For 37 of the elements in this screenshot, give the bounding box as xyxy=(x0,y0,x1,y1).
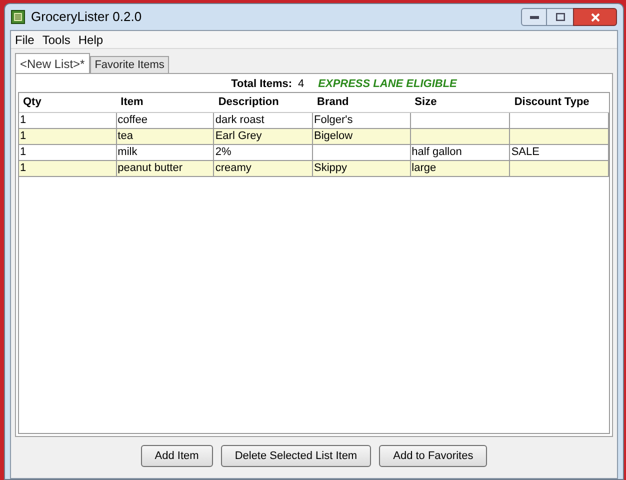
menu-item[interactable]: File xyxy=(15,30,34,48)
table-cell: 1 xyxy=(19,129,117,144)
window-title: GroceryLister 0.2.0 xyxy=(31,8,142,26)
minimize-icon xyxy=(530,16,538,18)
table-cell: 2% xyxy=(214,145,313,160)
table-cell: Skippy xyxy=(313,161,411,176)
table-cell: Bigelow xyxy=(313,129,411,144)
minimize-button[interactable] xyxy=(521,8,547,26)
close-icon xyxy=(590,12,600,22)
table-cell: tea xyxy=(116,129,214,144)
tab[interactable]: <New List>* xyxy=(15,53,90,73)
table-cell: SALE xyxy=(510,145,609,160)
menu-item[interactable]: Help xyxy=(78,30,104,48)
table-cell: 1 xyxy=(19,113,117,128)
table-cell: Folger's xyxy=(313,113,411,128)
maximize-icon xyxy=(556,13,564,21)
action-button[interactable]: Delete Selected List Item xyxy=(220,445,372,467)
close-button[interactable] xyxy=(573,8,617,26)
table-cell: 1 xyxy=(19,161,117,176)
table-cell: milk xyxy=(116,145,214,160)
total-items-count: 4 xyxy=(298,76,304,92)
table-cell: 1 xyxy=(19,145,117,160)
table-cell: half gallon xyxy=(410,145,510,160)
tab[interactable]: Favorite Items xyxy=(90,56,170,73)
menu-item[interactable]: Tools xyxy=(42,30,70,48)
table-cell: dark roast xyxy=(214,113,313,128)
table-cell: Earl Grey xyxy=(214,129,313,144)
table-cell: coffee xyxy=(116,113,214,128)
action-button[interactable]: Add Item xyxy=(140,445,213,467)
maximize-button[interactable] xyxy=(547,8,573,26)
app-icon xyxy=(11,10,25,24)
table-cell: large xyxy=(410,161,510,176)
table-cell: peanut butter xyxy=(116,161,214,176)
total-items-label: Total Items: xyxy=(231,76,292,92)
express-lane-label: EXPRESS LANE ELIGIBLE xyxy=(318,76,457,92)
action-button[interactable]: Add to Favorites xyxy=(379,445,488,467)
table-cell: creamy xyxy=(214,161,313,176)
